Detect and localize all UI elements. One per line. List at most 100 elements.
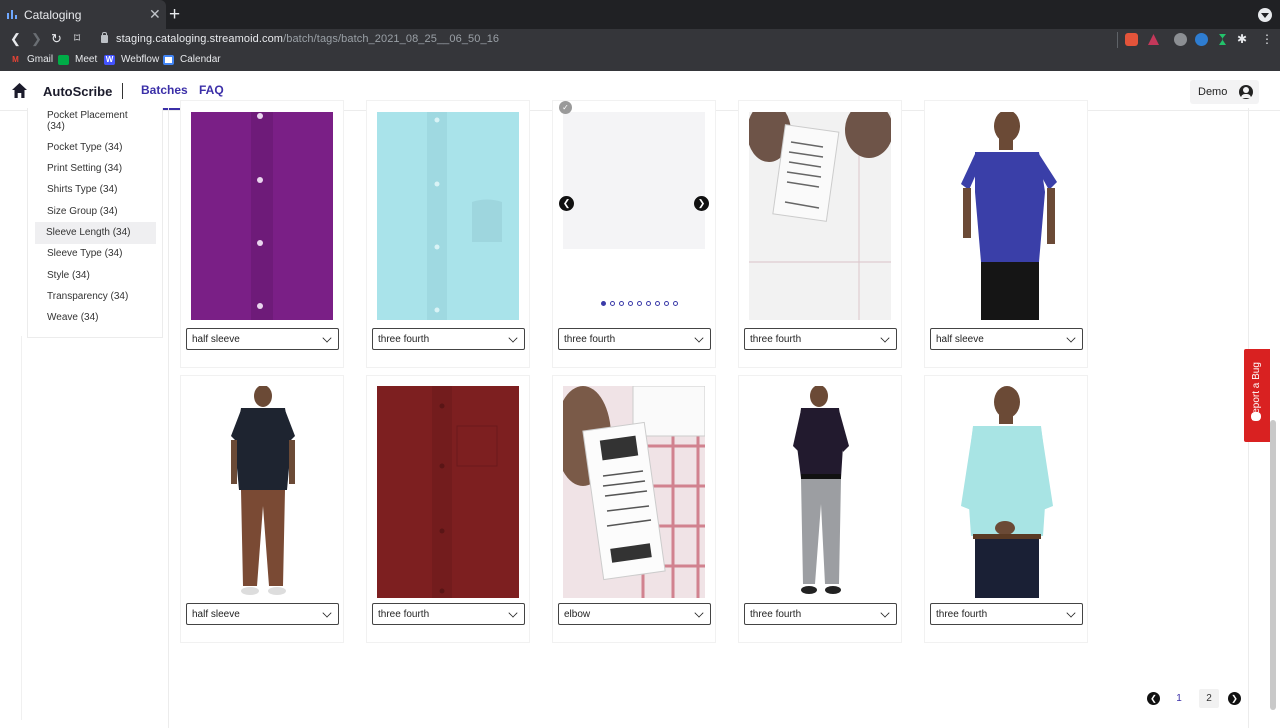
sleeve-length-select[interactable]: elbow: [558, 603, 711, 625]
user-avatar-icon: [1239, 85, 1253, 99]
sidebar-item-sleeve-type[interactable]: Sleeve Type (34): [36, 248, 156, 259]
browser-tab[interactable]: Cataloging ✕: [0, 0, 166, 29]
brave-icon[interactable]: [1125, 33, 1138, 46]
nav-faq[interactable]: FAQ: [199, 83, 224, 97]
carousel-dot[interactable]: [610, 301, 615, 306]
product-image[interactable]: [935, 112, 1077, 320]
chevron-down-icon: [508, 333, 518, 343]
carousel-dot[interactable]: [619, 301, 624, 306]
carousel-dot[interactable]: [673, 301, 678, 306]
sidebar-item-shirts-type[interactable]: Shirts Type (34): [36, 184, 156, 195]
sleeve-length-select[interactable]: three fourth: [372, 603, 525, 625]
carousel-dot[interactable]: [664, 301, 669, 306]
extension-green-icon[interactable]: [1216, 33, 1229, 46]
pagination-page-1[interactable]: 1: [1169, 689, 1189, 708]
bookmark-calendar[interactable]: Calendar: [163, 54, 221, 65]
sleeve-length-select[interactable]: three fourth: [930, 603, 1083, 625]
carousel-next-icon[interactable]: ❯: [694, 196, 709, 211]
sleeve-length-select[interactable]: half sleeve: [930, 328, 1083, 350]
forward-icon[interactable]: ❯: [31, 31, 42, 47]
bookmark-meet[interactable]: Meet: [58, 54, 97, 65]
product-image[interactable]: [749, 112, 891, 320]
tab-search-icon[interactable]: [1258, 8, 1272, 22]
product-card: three fourth: [738, 375, 902, 643]
sleeve-length-select[interactable]: three fourth: [558, 328, 711, 350]
extension-blue-icon[interactable]: [1195, 33, 1208, 46]
bug-icon: [1251, 412, 1261, 421]
product-card: three fourth: [738, 100, 902, 368]
product-image[interactable]: [935, 386, 1077, 598]
chevron-down-icon: [694, 608, 704, 618]
user-menu[interactable]: Demo: [1190, 80, 1259, 104]
carousel-dot[interactable]: [637, 301, 642, 306]
report-bug-button[interactable]: Report a Bug: [1244, 349, 1270, 442]
chevron-down-icon: [880, 608, 890, 618]
sidebar-item-weave[interactable]: Weave (34): [36, 312, 156, 323]
carousel-dot[interactable]: [601, 301, 606, 306]
reload-icon[interactable]: ↻: [51, 31, 62, 47]
carousel-dot[interactable]: [655, 301, 660, 306]
back-icon[interactable]: ❮: [10, 31, 21, 47]
browser-menu-icon[interactable]: ⋮: [1261, 32, 1273, 46]
product-image[interactable]: [377, 112, 519, 320]
selected-check-icon[interactable]: ✓: [559, 101, 572, 114]
brand-name[interactable]: AutoScribe: [43, 84, 112, 99]
product-card: half sleeve: [180, 100, 344, 368]
carousel-prev-icon[interactable]: ❮: [559, 196, 574, 211]
sidebar-item-transparency[interactable]: Transparency (34): [36, 291, 156, 302]
product-image[interactable]: [191, 386, 333, 598]
product-image[interactable]: [191, 112, 333, 320]
nav-batches[interactable]: Batches: [141, 83, 188, 97]
url-path: /batch/tags/batch_2021_08_25__06_50_16: [283, 33, 500, 45]
sidebar-item-style[interactable]: Style (34): [36, 270, 156, 281]
calendar-icon: [163, 54, 174, 65]
tab-close-icon[interactable]: ✕: [149, 6, 161, 23]
tab-favicon-icon: [7, 10, 17, 19]
user-name: Demo: [1198, 86, 1228, 98]
address-bar[interactable]: staging.cataloging.streamoid.com/batch/t…: [116, 33, 499, 45]
chevron-down-icon: [322, 608, 332, 618]
sleeve-length-select[interactable]: half sleeve: [186, 603, 339, 625]
product-image-carousel[interactable]: [563, 112, 705, 249]
product-card: half sleeve: [180, 375, 344, 643]
sidebar-item-sleeve-length[interactable]: Sleeve Length (34): [35, 222, 156, 244]
sleeve-length-select[interactable]: half sleeve: [186, 328, 339, 350]
pagination-page-2[interactable]: 2: [1199, 689, 1219, 708]
bookmarks-bar: M Gmail Meet W Webflow Calendar: [0, 51, 1280, 71]
bookmark-icon[interactable]: ⌑: [74, 31, 80, 45]
carousel-dot[interactable]: [628, 301, 633, 306]
bookmark-gmail[interactable]: M Gmail: [10, 54, 53, 65]
sidebar-item-size-group[interactable]: Size Group (34): [36, 206, 156, 217]
product-card: half sleeve: [924, 100, 1088, 368]
sidebar-divider: [21, 336, 22, 720]
new-tab-icon[interactable]: +: [169, 4, 180, 26]
chevron-down-icon: [880, 333, 890, 343]
rewards-icon[interactable]: [1147, 33, 1160, 46]
browser-toolbar: ❮ ❯ ↻ ⌑ staging.cataloging.streamoid.com…: [0, 29, 1280, 51]
product-image[interactable]: [377, 386, 519, 598]
extension-grey-icon[interactable]: [1174, 33, 1187, 46]
pagination-prev-icon[interactable]: ❮: [1147, 692, 1160, 705]
carousel-dot[interactable]: [646, 301, 651, 306]
url-host: staging.cataloging.streamoid.com: [116, 33, 284, 45]
meet-icon: [58, 54, 69, 65]
product-card: elbow: [552, 375, 716, 643]
sidebar-item-pocket-placement[interactable]: Pocket Placement (34): [36, 110, 156, 132]
pagination-next-icon[interactable]: ❯: [1228, 692, 1241, 705]
sidebar-item-print-setting[interactable]: Print Setting (34): [36, 163, 156, 174]
chevron-down-icon: [322, 333, 332, 343]
sleeve-length-select[interactable]: three fourth: [744, 603, 897, 625]
page-scrollbar[interactable]: [1270, 420, 1276, 710]
bookmark-webflow[interactable]: W Webflow: [104, 54, 159, 65]
product-card: ❮ ❯ three fourth: [552, 100, 716, 368]
product-image[interactable]: [749, 386, 891, 598]
attribute-sidebar: Pocket Placement (34) Pocket Type (34) P…: [27, 108, 163, 338]
lock-icon: [101, 32, 108, 43]
sidebar-item-pocket-type[interactable]: Pocket Type (34): [36, 142, 156, 153]
sleeve-length-select[interactable]: three fourth: [372, 328, 525, 350]
sleeve-length-select[interactable]: three fourth: [744, 328, 897, 350]
home-icon[interactable]: [11, 82, 28, 99]
product-card: three fourth: [366, 375, 530, 643]
extensions-puzzle-icon[interactable]: ✱: [1237, 33, 1250, 46]
product-image[interactable]: [563, 386, 705, 598]
